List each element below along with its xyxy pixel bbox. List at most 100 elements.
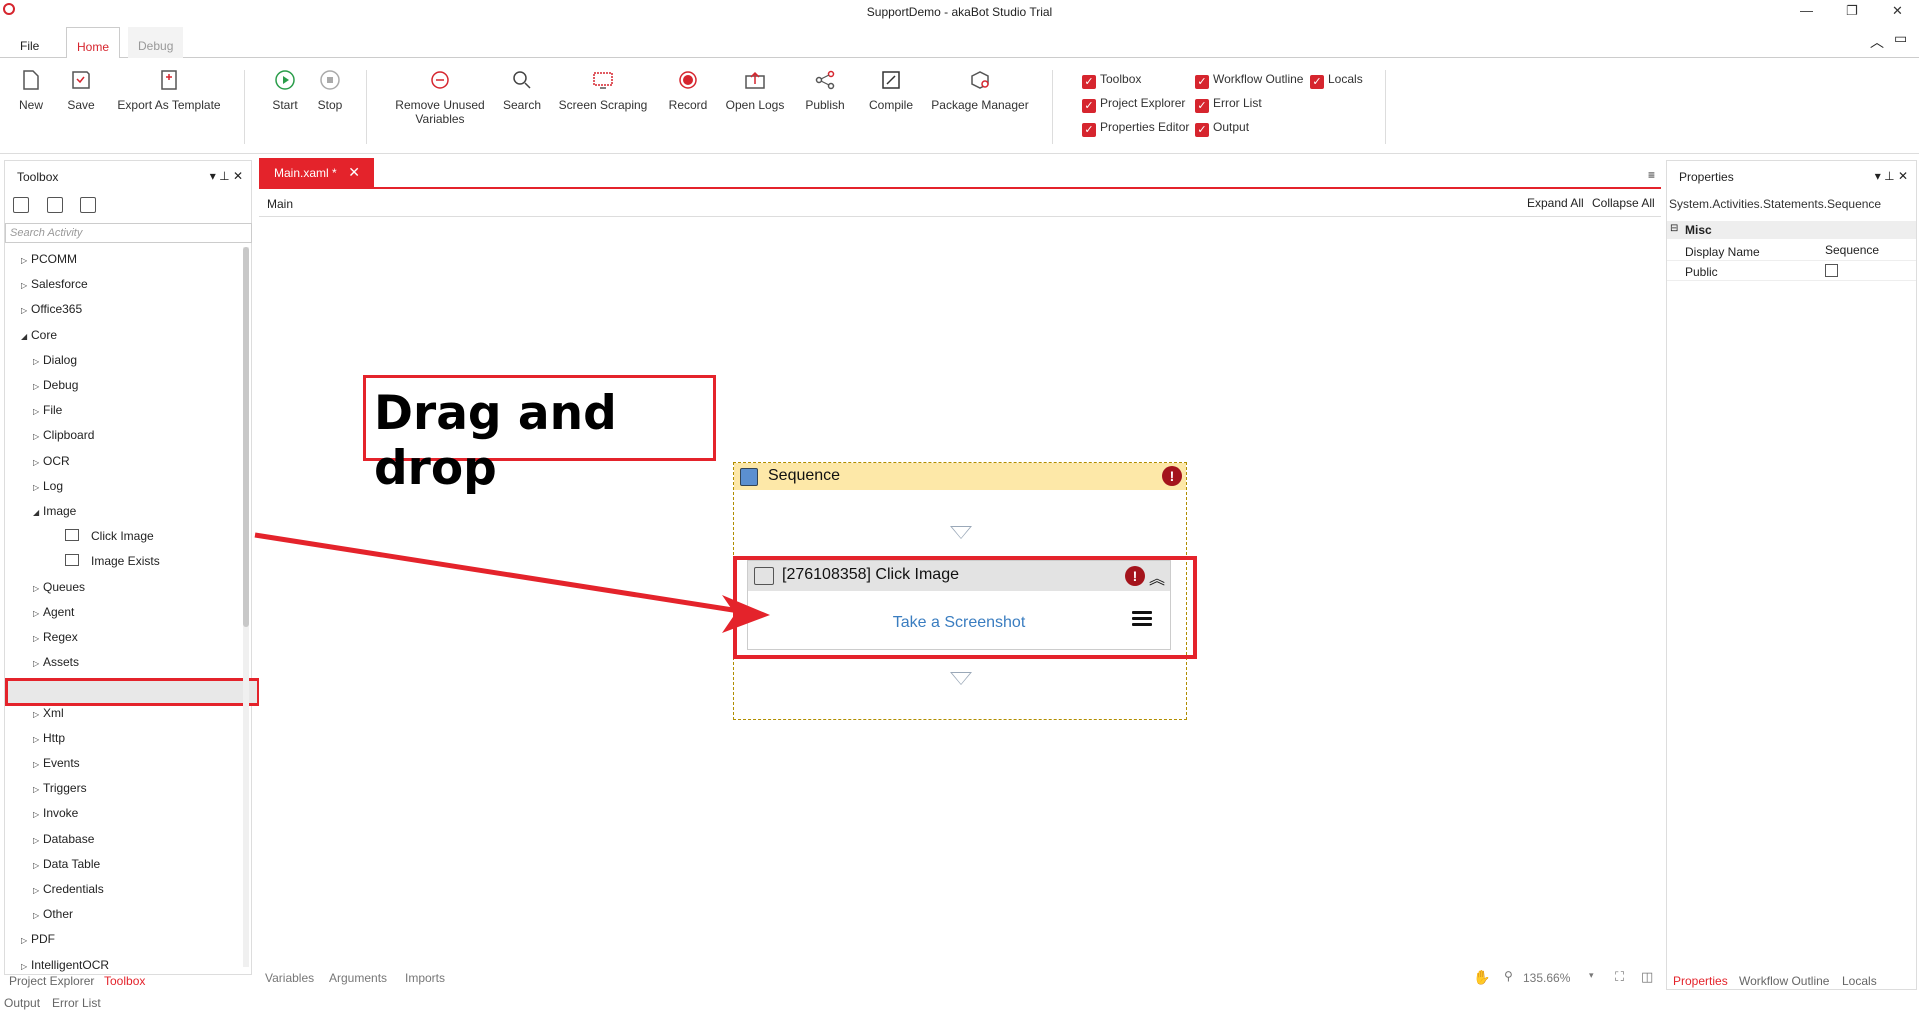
tree-item[interactable]: ▷ Queues [33, 577, 85, 597]
activity-menu-icon[interactable] [1132, 611, 1152, 627]
tree-item[interactable]: ▷ IntelligentOCR [21, 955, 109, 975]
tree-item[interactable]: ▷ Data Table [33, 854, 100, 874]
collapse-activity-icon[interactable]: ︽ [1149, 565, 1165, 589]
tree-item[interactable]: ▷ Agent [33, 602, 74, 622]
stop-button[interactable]: Stop [315, 68, 345, 112]
new-button[interactable]: New [16, 68, 46, 112]
overview-icon[interactable]: ◫ [1641, 969, 1653, 985]
collapsed-arrow-icon[interactable]: ▷ [33, 881, 43, 901]
collapse-ribbon-icon[interactable]: ︿ [1870, 32, 1884, 52]
collapsed-arrow-icon[interactable]: ▷ [21, 931, 31, 951]
list-view-icon[interactable] [80, 197, 97, 213]
collapsed-arrow-icon[interactable]: ▷ [33, 377, 43, 397]
toolbox-search-input[interactable]: Search Activity [5, 223, 252, 243]
collapsed-arrow-icon[interactable]: ▷ [33, 402, 43, 422]
pan-hand-icon[interactable]: ✋ [1473, 969, 1490, 986]
feedback-icon[interactable]: ▭ [1894, 30, 1907, 47]
search-button[interactable]: Search [500, 68, 544, 112]
tree-item[interactable]: ▷ PDF [21, 929, 55, 949]
collapse-tree-icon[interactable] [46, 197, 63, 213]
scroll-thumb[interactable] [243, 247, 249, 627]
open-logs-button[interactable]: Open Logs [724, 68, 786, 112]
display-name-field[interactable]: Sequence [1825, 243, 1879, 257]
tree-item[interactable]: ▷ Office365 [21, 299, 82, 319]
tab-locals[interactable]: Locals [1842, 974, 1877, 988]
properties-category[interactable]: ⊟ Misc [1667, 221, 1916, 239]
drop-target-icon[interactable] [950, 526, 972, 539]
collapsed-arrow-icon[interactable]: ▷ [33, 453, 43, 473]
document-tab[interactable]: Main.xaml * ✕ [259, 158, 374, 187]
collapsed-arrow-icon[interactable]: ▷ [33, 352, 43, 372]
tree-item[interactable]: ▷ Debug [33, 375, 78, 395]
tree-item[interactable]: ◢ Image [33, 501, 76, 521]
remove-unused-variables-button[interactable]: Remove Unused Variables [392, 68, 488, 126]
tab-arguments[interactable]: Arguments [329, 971, 387, 985]
expand-all-button[interactable]: Expand All [1527, 196, 1584, 210]
tree-item[interactable]: ▷ Assets [33, 652, 79, 672]
project-explorer-checkbox[interactable]: ✓ Project Explorer [1082, 94, 1185, 113]
tree-item[interactable]: ▷ File [33, 400, 62, 420]
maximize-button[interactable]: ❐ [1846, 3, 1858, 19]
properties-editor-checkbox[interactable]: ✓ Properties Editor [1082, 118, 1189, 137]
output-checkbox[interactable]: ✓ Output [1195, 118, 1249, 137]
locals-checkbox[interactable]: ✓ Locals [1310, 70, 1363, 89]
minimize-button[interactable]: — [1800, 3, 1813, 18]
tree-item[interactable]: ▷ Regex [33, 627, 78, 647]
panel-controls[interactable]: ▾ ⊥ ✕ [210, 169, 243, 183]
toolbox-checkbox[interactable]: ✓ Toolbox [1082, 70, 1141, 89]
screen-scraping-button[interactable]: Screen Scraping [558, 68, 648, 112]
collapsed-arrow-icon[interactable]: ▷ [33, 478, 43, 498]
collapsed-arrow-icon[interactable]: ▷ [33, 906, 43, 926]
record-button[interactable]: Record [666, 68, 710, 112]
collapsed-arrow-icon[interactable]: ▷ [33, 730, 43, 750]
expanded-arrow-icon[interactable]: ◢ [33, 503, 43, 523]
collapsed-arrow-icon[interactable]: ▷ [33, 705, 43, 725]
tab-properties[interactable]: Properties [1673, 974, 1728, 988]
tree-item[interactable]: Click Image [65, 526, 154, 546]
collapsed-arrow-icon[interactable]: ▷ [33, 604, 43, 624]
start-button[interactable]: Start [270, 68, 300, 112]
panel-controls[interactable]: ▾ ⊥ ✕ [1875, 169, 1908, 183]
collapsed-arrow-icon[interactable]: ▷ [33, 856, 43, 876]
tab-workflow-outline[interactable]: Workflow Outline [1739, 974, 1829, 988]
tab-file[interactable]: File [10, 27, 49, 59]
tree-item[interactable]: ▷ Salesforce [21, 274, 88, 294]
collapse-all-button[interactable]: Collapse All [1592, 196, 1655, 210]
collapsed-arrow-icon[interactable]: ▷ [33, 579, 43, 599]
public-checkbox[interactable] [1825, 264, 1838, 277]
tree-item[interactable]: ▷ PCOMM [21, 249, 77, 269]
close-button[interactable]: ✕ [1892, 3, 1903, 19]
zoom-level[interactable]: 135.66% [1523, 971, 1570, 985]
fit-to-screen-icon[interactable]: ⛶ [1615, 969, 1624, 985]
tab-variables[interactable]: Variables [265, 971, 314, 985]
drop-target-icon[interactable] [950, 672, 972, 685]
package-manager-button[interactable]: Package Manager [930, 68, 1030, 112]
zoom-dropdown-icon[interactable]: ▾ [1589, 970, 1594, 981]
tree-item[interactable]: ▷ Http [33, 728, 65, 748]
tree-item[interactable]: ▷ Invoke [33, 803, 78, 823]
collapsed-arrow-icon[interactable]: ▷ [21, 301, 31, 321]
tree-item[interactable]: ▷ Credentials [33, 879, 104, 899]
tree-item[interactable]: ▷ Log [33, 476, 63, 496]
collapsed-arrow-icon[interactable]: ▷ [33, 629, 43, 649]
sequence-header[interactable]: Sequence ! [734, 463, 1186, 490]
collapsed-arrow-icon[interactable]: ▷ [33, 427, 43, 447]
close-tab-icon[interactable]: ✕ [348, 164, 360, 181]
collapsed-arrow-icon[interactable]: ▷ [33, 654, 43, 674]
collapse-category-icon[interactable]: ⊟ [1670, 223, 1678, 234]
tab-output[interactable]: Output [4, 996, 40, 1010]
compile-button[interactable]: Compile [866, 68, 916, 112]
tab-imports[interactable]: Imports [405, 971, 445, 985]
workflow-outline-checkbox[interactable]: ✓ Workflow Outline [1195, 70, 1303, 89]
collapsed-arrow-icon[interactable]: ▷ [21, 251, 31, 271]
take-screenshot-link[interactable]: Take a Screenshot [748, 614, 1170, 632]
collapsed-arrow-icon[interactable]: ▷ [33, 755, 43, 775]
tree-item[interactable]: ▷ Triggers [33, 778, 87, 798]
click-image-header[interactable]: [276108358] Click Image ! ︽ [748, 561, 1170, 591]
tree-item[interactable]: ▷ Database [33, 829, 94, 849]
click-image-activity[interactable]: [276108358] Click Image ! ︽ Take a Scree… [747, 560, 1171, 650]
collapsed-arrow-icon[interactable]: ▷ [33, 780, 43, 800]
tree-item[interactable]: ▷ OCR [33, 451, 70, 471]
collapsed-arrow-icon[interactable]: ▷ [33, 805, 43, 825]
tab-list-icon[interactable]: ≡ [1648, 168, 1655, 182]
